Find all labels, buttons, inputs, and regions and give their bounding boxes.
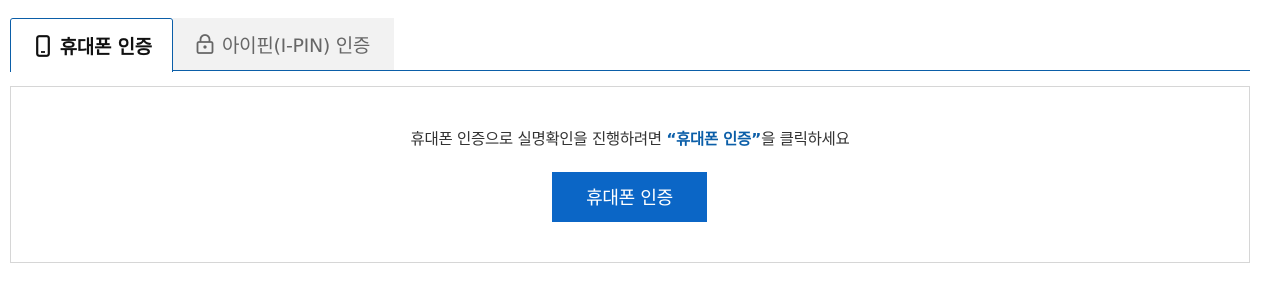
- tab-phone-auth[interactable]: 휴대폰 인증: [10, 18, 173, 72]
- instruction-highlight: “휴대폰 인증”: [666, 130, 762, 148]
- instruction-message: 휴대폰 인증으로 실명확인을 진행하려면 “휴대폰 인증”을 클릭하세요: [11, 127, 1249, 149]
- auth-tabs: 휴대폰 인증 아이핀(I-PIN) 인증: [10, 18, 1250, 72]
- tab-ipin-auth[interactable]: 아이핀(I-PIN) 인증: [173, 18, 394, 70]
- instruction-suffix: 을 클릭하세요: [761, 130, 850, 148]
- phone-auth-button[interactable]: 휴대폰 인증: [552, 172, 707, 222]
- tab-ipin-auth-label: 아이핀(I-PIN) 인증: [222, 34, 371, 57]
- lock-icon: [195, 32, 215, 56]
- tab-underline: [10, 70, 1250, 71]
- phone-icon: [33, 34, 53, 58]
- tab-phone-auth-label: 휴대폰 인증: [60, 36, 153, 58]
- phone-auth-panel: 휴대폰 인증으로 실명확인을 진행하려면 “휴대폰 인증”을 클릭하세요 휴대폰…: [10, 86, 1250, 263]
- instruction-prefix: 휴대폰 인증으로 실명확인을 진행하려면: [410, 130, 667, 148]
